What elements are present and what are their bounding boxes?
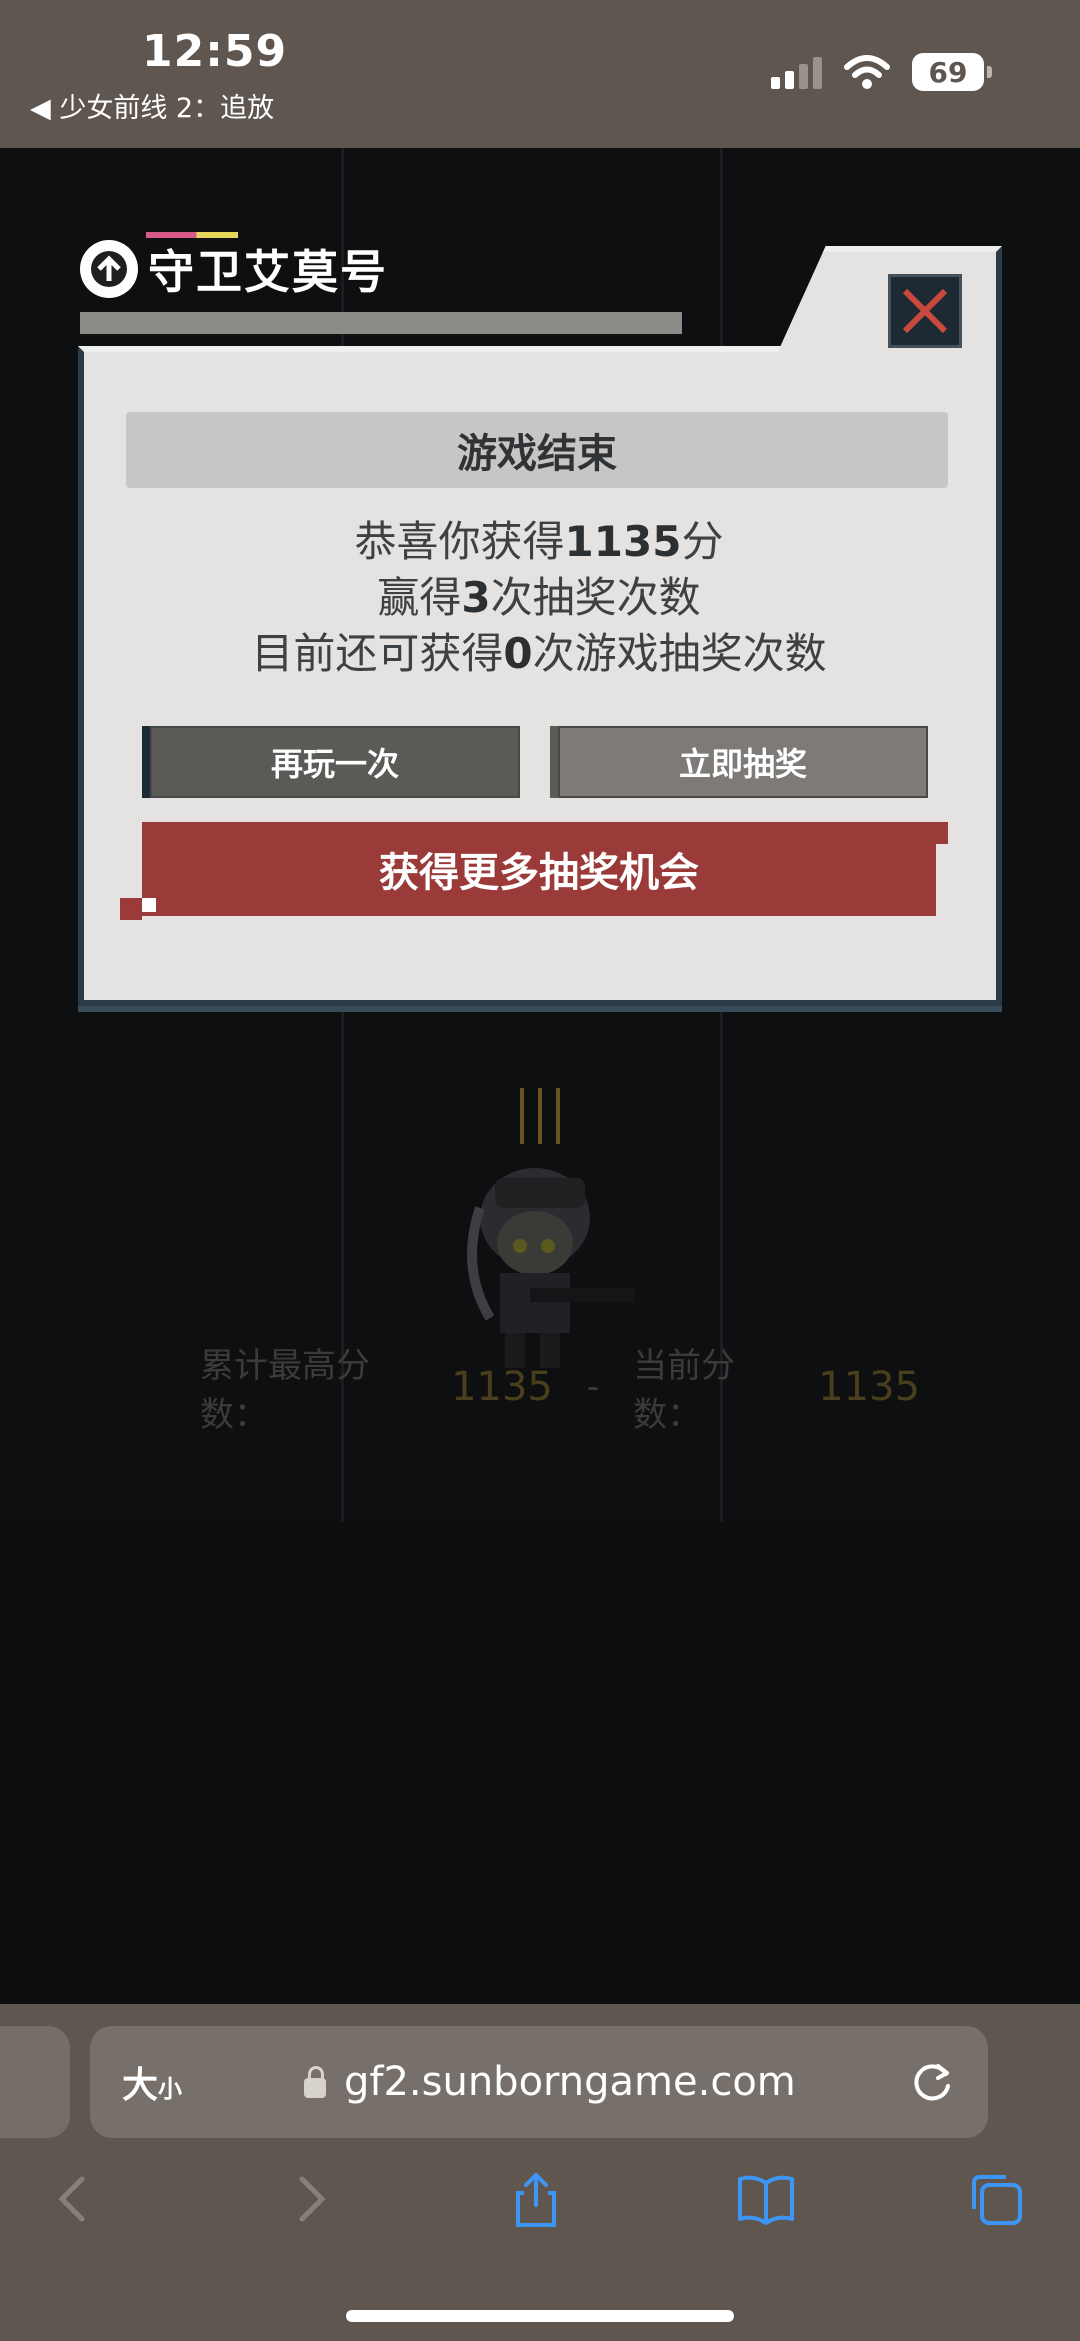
bullet-tracer [538, 1088, 542, 1144]
current-score-value: 1135 [818, 1364, 920, 1410]
address-bar[interactable]: 大小 gf2.sunborngame.com [90, 2026, 988, 2138]
score-value: 1135 [564, 517, 682, 566]
bullet-tracer [520, 1088, 524, 1144]
pixel-decoration [120, 898, 142, 920]
browser-nav [0, 2169, 1080, 2249]
game-over-dialog: 守卫艾莫号 游戏结束 恭喜你获得1135分 赢得3次抽奖次数 目前还可获得0次游… [72, 232, 1006, 1016]
text-size-button[interactable]: 大小 [122, 2056, 182, 2108]
back-to-app-link[interactable]: ◀ 少女前线 2：追放 [30, 86, 274, 125]
dialog-heading: 游戏结束 [126, 412, 948, 488]
current-score-label: 当前分数： [633, 1346, 736, 1435]
back-icon[interactable] [44, 2169, 104, 2229]
battery-indicator: 69 [912, 53, 992, 91]
pixel-decoration [142, 898, 156, 912]
wifi-icon [844, 55, 890, 89]
logo-tag [146, 232, 238, 238]
replay-button[interactable]: 再玩一次 [142, 726, 520, 798]
close-button[interactable] [888, 274, 962, 348]
best-score-label: 累计最高分数： [200, 1346, 370, 1435]
score-line: 恭喜你获得1135分 [354, 517, 724, 566]
draws-left-line: 目前还可获得0次游戏抽奖次数 [251, 629, 827, 678]
draws-won-value: 3 [461, 573, 491, 622]
game-title: 守卫艾莫号 [148, 245, 388, 299]
result-message: 恭喜你获得1135分 赢得3次抽奖次数 目前还可获得0次游戏抽奖次数 [72, 514, 1006, 682]
score-summary: 累计最高分数： 1135 - 当前分数： 1135 [200, 1338, 920, 1436]
browser-toolbar: 大小 gf2.sunborngame.com [0, 2004, 1080, 2341]
draw-now-button[interactable]: 立即抽奖 [550, 726, 928, 798]
previous-tab-preview[interactable] [0, 2026, 70, 2138]
draws-won-line: 赢得3次抽奖次数 [377, 573, 701, 622]
home-indicator [346, 2310, 734, 2322]
close-icon [902, 288, 948, 334]
url-text: gf2.sunborngame.com [344, 2059, 796, 2105]
score-separator: - [586, 1367, 600, 1407]
url-display[interactable]: gf2.sunborngame.com [304, 2059, 796, 2105]
game-logo: 守卫艾莫号 [80, 236, 388, 302]
arrow-up-icon [80, 240, 138, 298]
pixel-decoration [926, 822, 948, 844]
cellular-signal-icon [771, 55, 822, 89]
more-draws-button[interactable]: 获得更多抽奖机会 [142, 822, 936, 916]
logo-subbar [80, 312, 682, 334]
draws-left-value: 0 [503, 629, 533, 678]
status-icons: 69 [771, 52, 992, 92]
status-bar: 12:59 ◀ 少女前线 2：追放 69 [0, 0, 1080, 148]
tabs-icon[interactable] [966, 2169, 1026, 2229]
bookmarks-icon[interactable] [736, 2169, 796, 2229]
lock-icon [304, 2066, 326, 2098]
bullet-tracer [556, 1088, 560, 1144]
forward-icon[interactable] [280, 2169, 340, 2229]
share-icon[interactable] [506, 2169, 566, 2229]
reload-icon[interactable] [908, 2056, 958, 2106]
status-time: 12:59 [142, 26, 288, 77]
best-score-value: 1135 [451, 1364, 553, 1410]
